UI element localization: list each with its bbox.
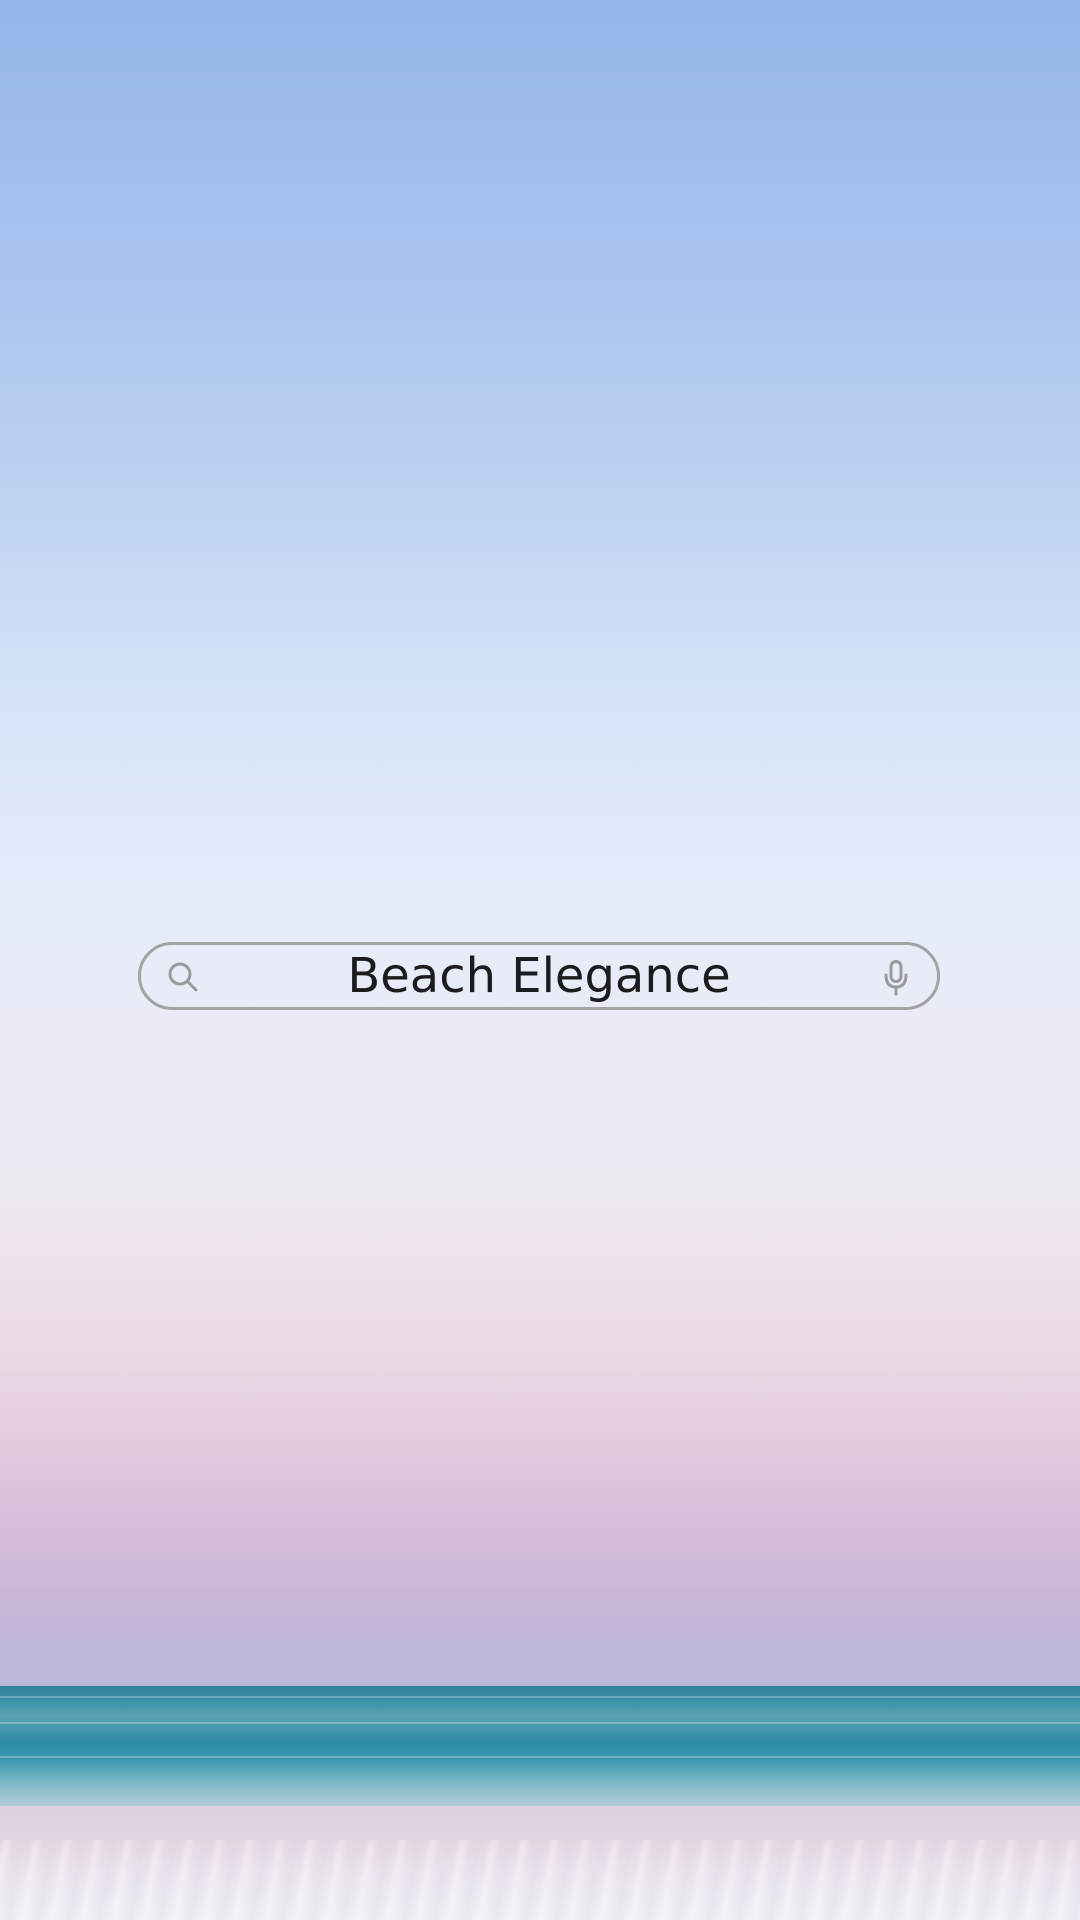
sea-foam [0, 1840, 1080, 1920]
sky-background [0, 0, 1080, 1686]
search-bar[interactable]: Beach Elegance [138, 942, 940, 1010]
wave-line [0, 1722, 1080, 1724]
wave-line [0, 1756, 1080, 1758]
sea-horizon [0, 1686, 1080, 1806]
search-icon[interactable] [167, 961, 199, 993]
search-input[interactable]: Beach Elegance [347, 946, 730, 1006]
wallpaper-screen: Beach Elegance [0, 0, 1080, 1920]
wave-line [0, 1696, 1080, 1698]
microphone-icon[interactable] [883, 960, 909, 996]
